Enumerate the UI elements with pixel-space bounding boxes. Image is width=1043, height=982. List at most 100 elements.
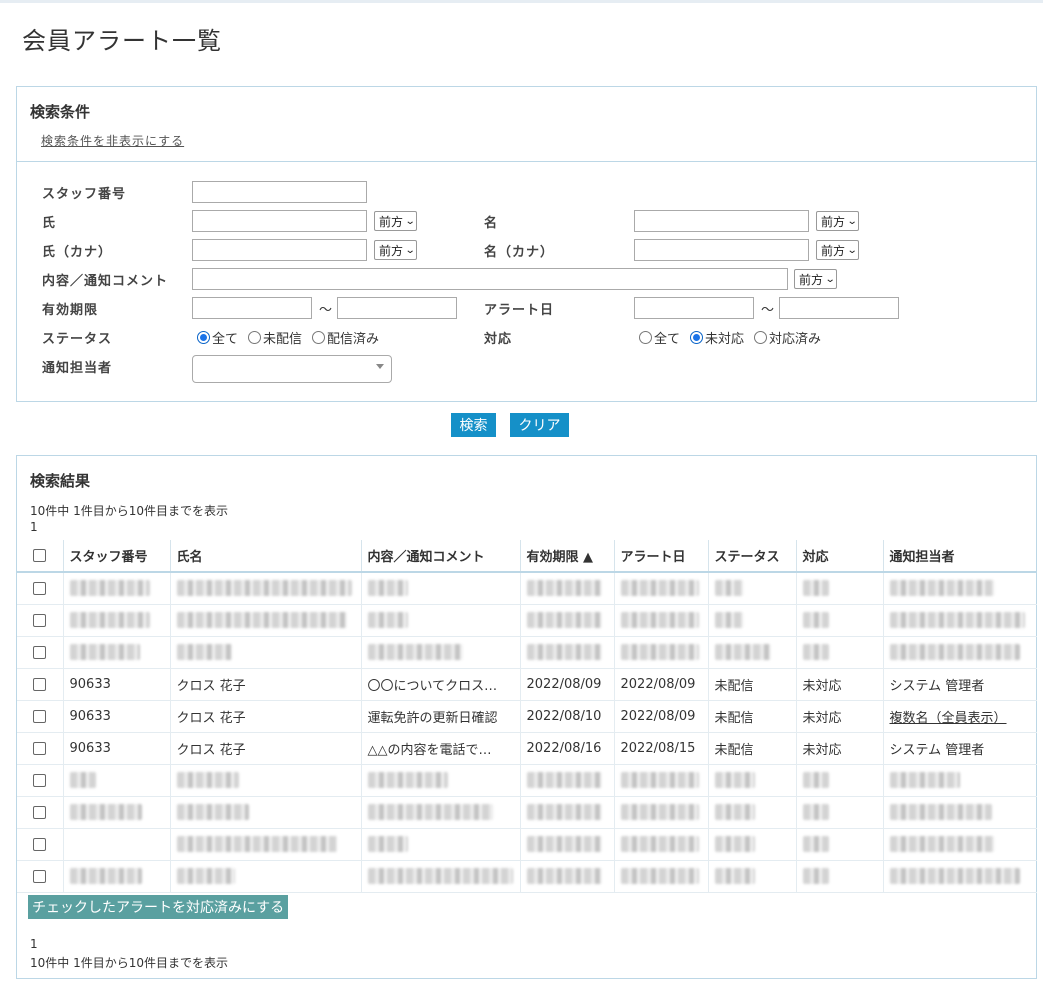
- content-match-select[interactable]: 前方 ⌄: [794, 269, 838, 289]
- staff-no-input[interactable]: [192, 181, 367, 203]
- cell-response: 未対応: [796, 732, 884, 765]
- row-checkbox[interactable]: [33, 677, 47, 691]
- response-option-done[interactable]: 対応済み: [754, 328, 821, 347]
- cell-status: 未配信: [708, 700, 797, 733]
- col-staff-no[interactable]: スタッフ番号: [63, 540, 171, 573]
- radio-checked-icon: [197, 331, 210, 344]
- row-checkbox[interactable]: [33, 581, 47, 595]
- row-checkbox[interactable]: [33, 709, 47, 723]
- redacted-text: [526, 836, 602, 852]
- col-response[interactable]: 対応: [796, 540, 884, 573]
- alert-date-to-input[interactable]: [779, 297, 899, 319]
- row-select-cell: [17, 796, 64, 829]
- row-checkbox[interactable]: [33, 837, 47, 851]
- last-name-kana-match-select[interactable]: 前方 ⌄: [374, 240, 418, 260]
- content-input[interactable]: [192, 268, 788, 290]
- redacted-cell: [63, 636, 171, 669]
- assignee-select[interactable]: [192, 355, 392, 383]
- clear-button[interactable]: クリア: [510, 413, 569, 437]
- redacted-text: [176, 612, 347, 628]
- row-select-cell: [17, 700, 64, 733]
- row-checkbox[interactable]: [33, 645, 47, 659]
- alert-date-from-input[interactable]: [634, 297, 754, 319]
- select-all-cell: [17, 540, 64, 573]
- row-select-cell: [17, 732, 64, 765]
- redacted-text: [889, 644, 1020, 660]
- redacted-cell: [796, 572, 884, 605]
- assignee-multi-link[interactable]: 複数名（全員表示）: [890, 711, 1007, 726]
- expiry-from-input[interactable]: [192, 297, 312, 319]
- first-name-kana-input[interactable]: [634, 239, 809, 261]
- row-checkbox[interactable]: [33, 741, 47, 755]
- table-header-row: スタッフ番号 氏名 内容／通知コメント 有効期限 ▲ アラート日 ステータス 対…: [17, 540, 1037, 573]
- response-label: 対応: [484, 332, 513, 347]
- hide-search-link[interactable]: 検索条件を非表示にする: [41, 132, 184, 149]
- radio-icon: [248, 331, 262, 344]
- col-status[interactable]: ステータス: [708, 540, 797, 573]
- cell-alert-date: 2022/08/15: [614, 732, 709, 765]
- redacted-cell: [708, 796, 797, 829]
- redacted-cell: [520, 572, 615, 605]
- status-option-delivered[interactable]: 配信済み: [312, 328, 379, 347]
- search-button[interactable]: 検索: [451, 413, 496, 437]
- table-row-redacted: [17, 572, 1037, 605]
- status-option-all-label: 全て: [212, 332, 239, 347]
- redacted-text: [889, 772, 960, 788]
- col-expiry[interactable]: 有効期限 ▲: [520, 540, 615, 573]
- pagination-top[interactable]: 1: [30, 520, 38, 534]
- status-option-all[interactable]: 全て: [197, 328, 238, 347]
- redacted-cell: [883, 636, 1037, 669]
- row-checkbox[interactable]: [33, 613, 47, 627]
- results-summary-top: 10件中 1件目から10件目までを表示: [30, 504, 228, 518]
- cell-alert-date: 2022/08/09: [614, 700, 709, 733]
- redacted-cell: [170, 764, 362, 797]
- redacted-text: [176, 580, 352, 597]
- redacted-text: [69, 868, 142, 884]
- response-option-pending[interactable]: 未対応: [690, 328, 744, 347]
- redacted-cell: [796, 636, 884, 669]
- redacted-cell: [614, 636, 709, 669]
- status-option-undelivered[interactable]: 未配信: [248, 328, 302, 347]
- first-name-match-select[interactable]: 前方 ⌄: [816, 211, 860, 231]
- row-checkbox[interactable]: [33, 805, 47, 819]
- col-content[interactable]: 内容／通知コメント: [361, 540, 521, 573]
- row-checkbox[interactable]: [33, 869, 47, 883]
- response-option-all[interactable]: 全て: [639, 328, 680, 347]
- col-name[interactable]: 氏名: [170, 540, 362, 573]
- first-name-input[interactable]: [634, 210, 809, 232]
- cell-status: 未配信: [708, 732, 797, 765]
- results-heading: 検索結果: [30, 472, 91, 490]
- table-row: 90633 クロス 花子 運転免許の更新日確認 2022/08/10 2022/…: [17, 700, 1037, 733]
- last-name-input[interactable]: [192, 210, 367, 232]
- chevron-down-icon: ⌄: [404, 216, 416, 227]
- results-panel: 検索結果 10件中 1件目から10件目までを表示 1 スタッフ番号 氏名 内容／…: [16, 455, 1037, 979]
- row-select-cell: [17, 668, 64, 701]
- redacted-text: [526, 868, 602, 884]
- first-name-kana-match-value: 前方: [821, 244, 846, 258]
- redacted-text: [176, 644, 232, 660]
- col-assignee[interactable]: 通知担当者: [883, 540, 1037, 573]
- redacted-cell: [520, 604, 615, 637]
- status-option-undelivered-label: 未配信: [263, 332, 303, 347]
- mark-checked-done-button[interactable]: チェックしたアラートを対応済みにする: [28, 895, 289, 919]
- expiry-to-input[interactable]: [337, 297, 457, 319]
- cell-staff-no: 90633: [63, 700, 171, 733]
- chevron-down-icon: ⌄: [404, 245, 416, 256]
- redacted-cell: [520, 860, 615, 893]
- pagination-bottom[interactable]: 1: [30, 937, 38, 951]
- redacted-text: [620, 644, 699, 660]
- redacted-cell: [170, 828, 362, 861]
- row-select-cell: [17, 764, 64, 797]
- select-all-checkbox[interactable]: [33, 549, 47, 562]
- last-name-match-select[interactable]: 前方 ⌄: [374, 211, 418, 231]
- status-radio-group: 全て 未配信 配信済み: [197, 328, 389, 347]
- first-name-kana-match-select[interactable]: 前方 ⌄: [816, 240, 860, 260]
- redacted-text: [367, 580, 408, 597]
- redacted-text: [69, 612, 150, 628]
- redacted-cell: [708, 828, 797, 861]
- row-checkbox[interactable]: [33, 773, 47, 787]
- last-name-kana-input[interactable]: [192, 239, 367, 261]
- redacted-text: [889, 612, 1025, 628]
- table-row-redacted: [17, 796, 1037, 829]
- col-alert-date[interactable]: アラート日: [614, 540, 709, 573]
